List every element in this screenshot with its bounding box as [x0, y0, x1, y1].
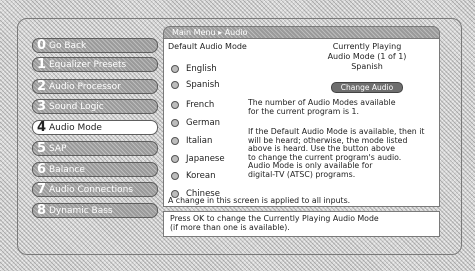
- radio-option-english[interactable]: English: [171, 58, 217, 74]
- radio-option-label: German: [186, 117, 221, 128]
- radio-option-label: French: [186, 99, 215, 110]
- menu-item-label: Audio Processor: [49, 82, 121, 92]
- radio-option-korean[interactable]: Korean: [171, 165, 215, 181]
- radio-button[interactable]: [171, 171, 179, 180]
- menu-item-number: 5: [37, 141, 47, 156]
- radio-button[interactable]: [171, 100, 179, 109]
- radio-button[interactable]: [171, 136, 179, 145]
- menu-item-balance[interactable]: 6 Balance: [32, 162, 158, 177]
- menu-item-label: Go Back: [49, 41, 87, 51]
- menu-item-number: 7: [37, 182, 47, 197]
- menu-item-dynamic-bass[interactable]: 8 Dynamic Bass: [32, 203, 158, 218]
- audio-mode-panel: Default Audio Mode English Spanish Frenc…: [163, 38, 440, 207]
- menu-item-sound-logic[interactable]: 3 Sound Logic: [32, 99, 158, 114]
- current-language: Spanish: [351, 62, 383, 71]
- radio-button[interactable]: [171, 118, 179, 127]
- default-audio-mode-title: Default Audio Mode: [168, 42, 247, 51]
- default-mode-explanation: If the Default Audio Mode is available, …: [248, 127, 424, 179]
- radio-option-french[interactable]: French: [171, 94, 214, 110]
- radio-option-german[interactable]: German: [171, 112, 220, 128]
- hint-line: (if more than one is available).: [170, 223, 290, 232]
- radio-button[interactable]: [171, 154, 179, 163]
- menu-item-label: Audio Mode: [49, 123, 102, 133]
- radio-option-chinese[interactable]: Chinese: [171, 183, 220, 199]
- menu-item-label: Dynamic Bass: [49, 206, 113, 216]
- modes-available-text: The number of Audio Modes available for …: [248, 98, 396, 116]
- applies-to-all-inputs-note: A change in this screen is applied to al…: [168, 196, 351, 205]
- menu-item-equalizer-presets[interactable]: 1 Equalizer Presets: [32, 57, 158, 72]
- currently-playing-block: Currently Playing Audio Mode (1 of 1) Sp…: [297, 42, 437, 72]
- radio-option-italian[interactable]: Italian: [171, 130, 212, 146]
- menu-item-sap[interactable]: 5 SAP: [32, 141, 158, 156]
- menu-item-number: 2: [37, 79, 47, 94]
- radio-option-label: Korean: [186, 170, 216, 181]
- hint-line: Press OK to change the Currently Playing…: [170, 214, 379, 223]
- menu-item-label: Audio Connections: [49, 185, 134, 195]
- menu-item-label: Sound Logic: [49, 102, 104, 112]
- radio-button[interactable]: [171, 80, 179, 89]
- menu-item-number: 6: [37, 162, 47, 177]
- menu-item-label: Balance: [49, 165, 85, 175]
- menu-item-audio-mode[interactable]: 4 Audio Mode: [32, 120, 158, 135]
- radio-option-spanish[interactable]: Spanish: [171, 74, 220, 90]
- radio-option-label: Italian: [186, 135, 213, 146]
- info-line: for the current program is 1.: [248, 106, 359, 116]
- radio-option-japanese[interactable]: Japanese: [171, 148, 225, 164]
- change-audio-button[interactable]: Change Audio: [331, 82, 403, 93]
- menu-item-go-back[interactable]: 0 Go Back: [32, 38, 158, 53]
- menu-item-number: 4: [37, 120, 47, 135]
- menu-item-audio-processor[interactable]: 2 Audio Processor: [32, 79, 158, 94]
- info-line: digital-TV (ATSC) programs.: [248, 169, 356, 179]
- menu-item-number: 3: [37, 99, 47, 114]
- audio-mode-count: Audio Mode (1 of 1): [327, 52, 407, 61]
- radio-option-label: Japanese: [186, 153, 225, 164]
- help-hint-box: Press OK to change the Currently Playing…: [163, 211, 440, 237]
- currently-playing-heading: Currently Playing: [332, 42, 402, 51]
- menu-item-number: 0: [37, 38, 47, 53]
- radio-option-label: Spanish: [186, 79, 220, 90]
- radio-option-label: English: [186, 63, 217, 74]
- menu-item-number: 1: [37, 57, 47, 72]
- menu-item-audio-connections[interactable]: 7 Audio Connections: [32, 182, 158, 197]
- menu-item-label: SAP: [49, 144, 67, 154]
- radio-button[interactable]: [171, 64, 179, 73]
- menu-item-label: Equalizer Presets: [49, 60, 127, 70]
- menu-item-number: 8: [37, 203, 47, 218]
